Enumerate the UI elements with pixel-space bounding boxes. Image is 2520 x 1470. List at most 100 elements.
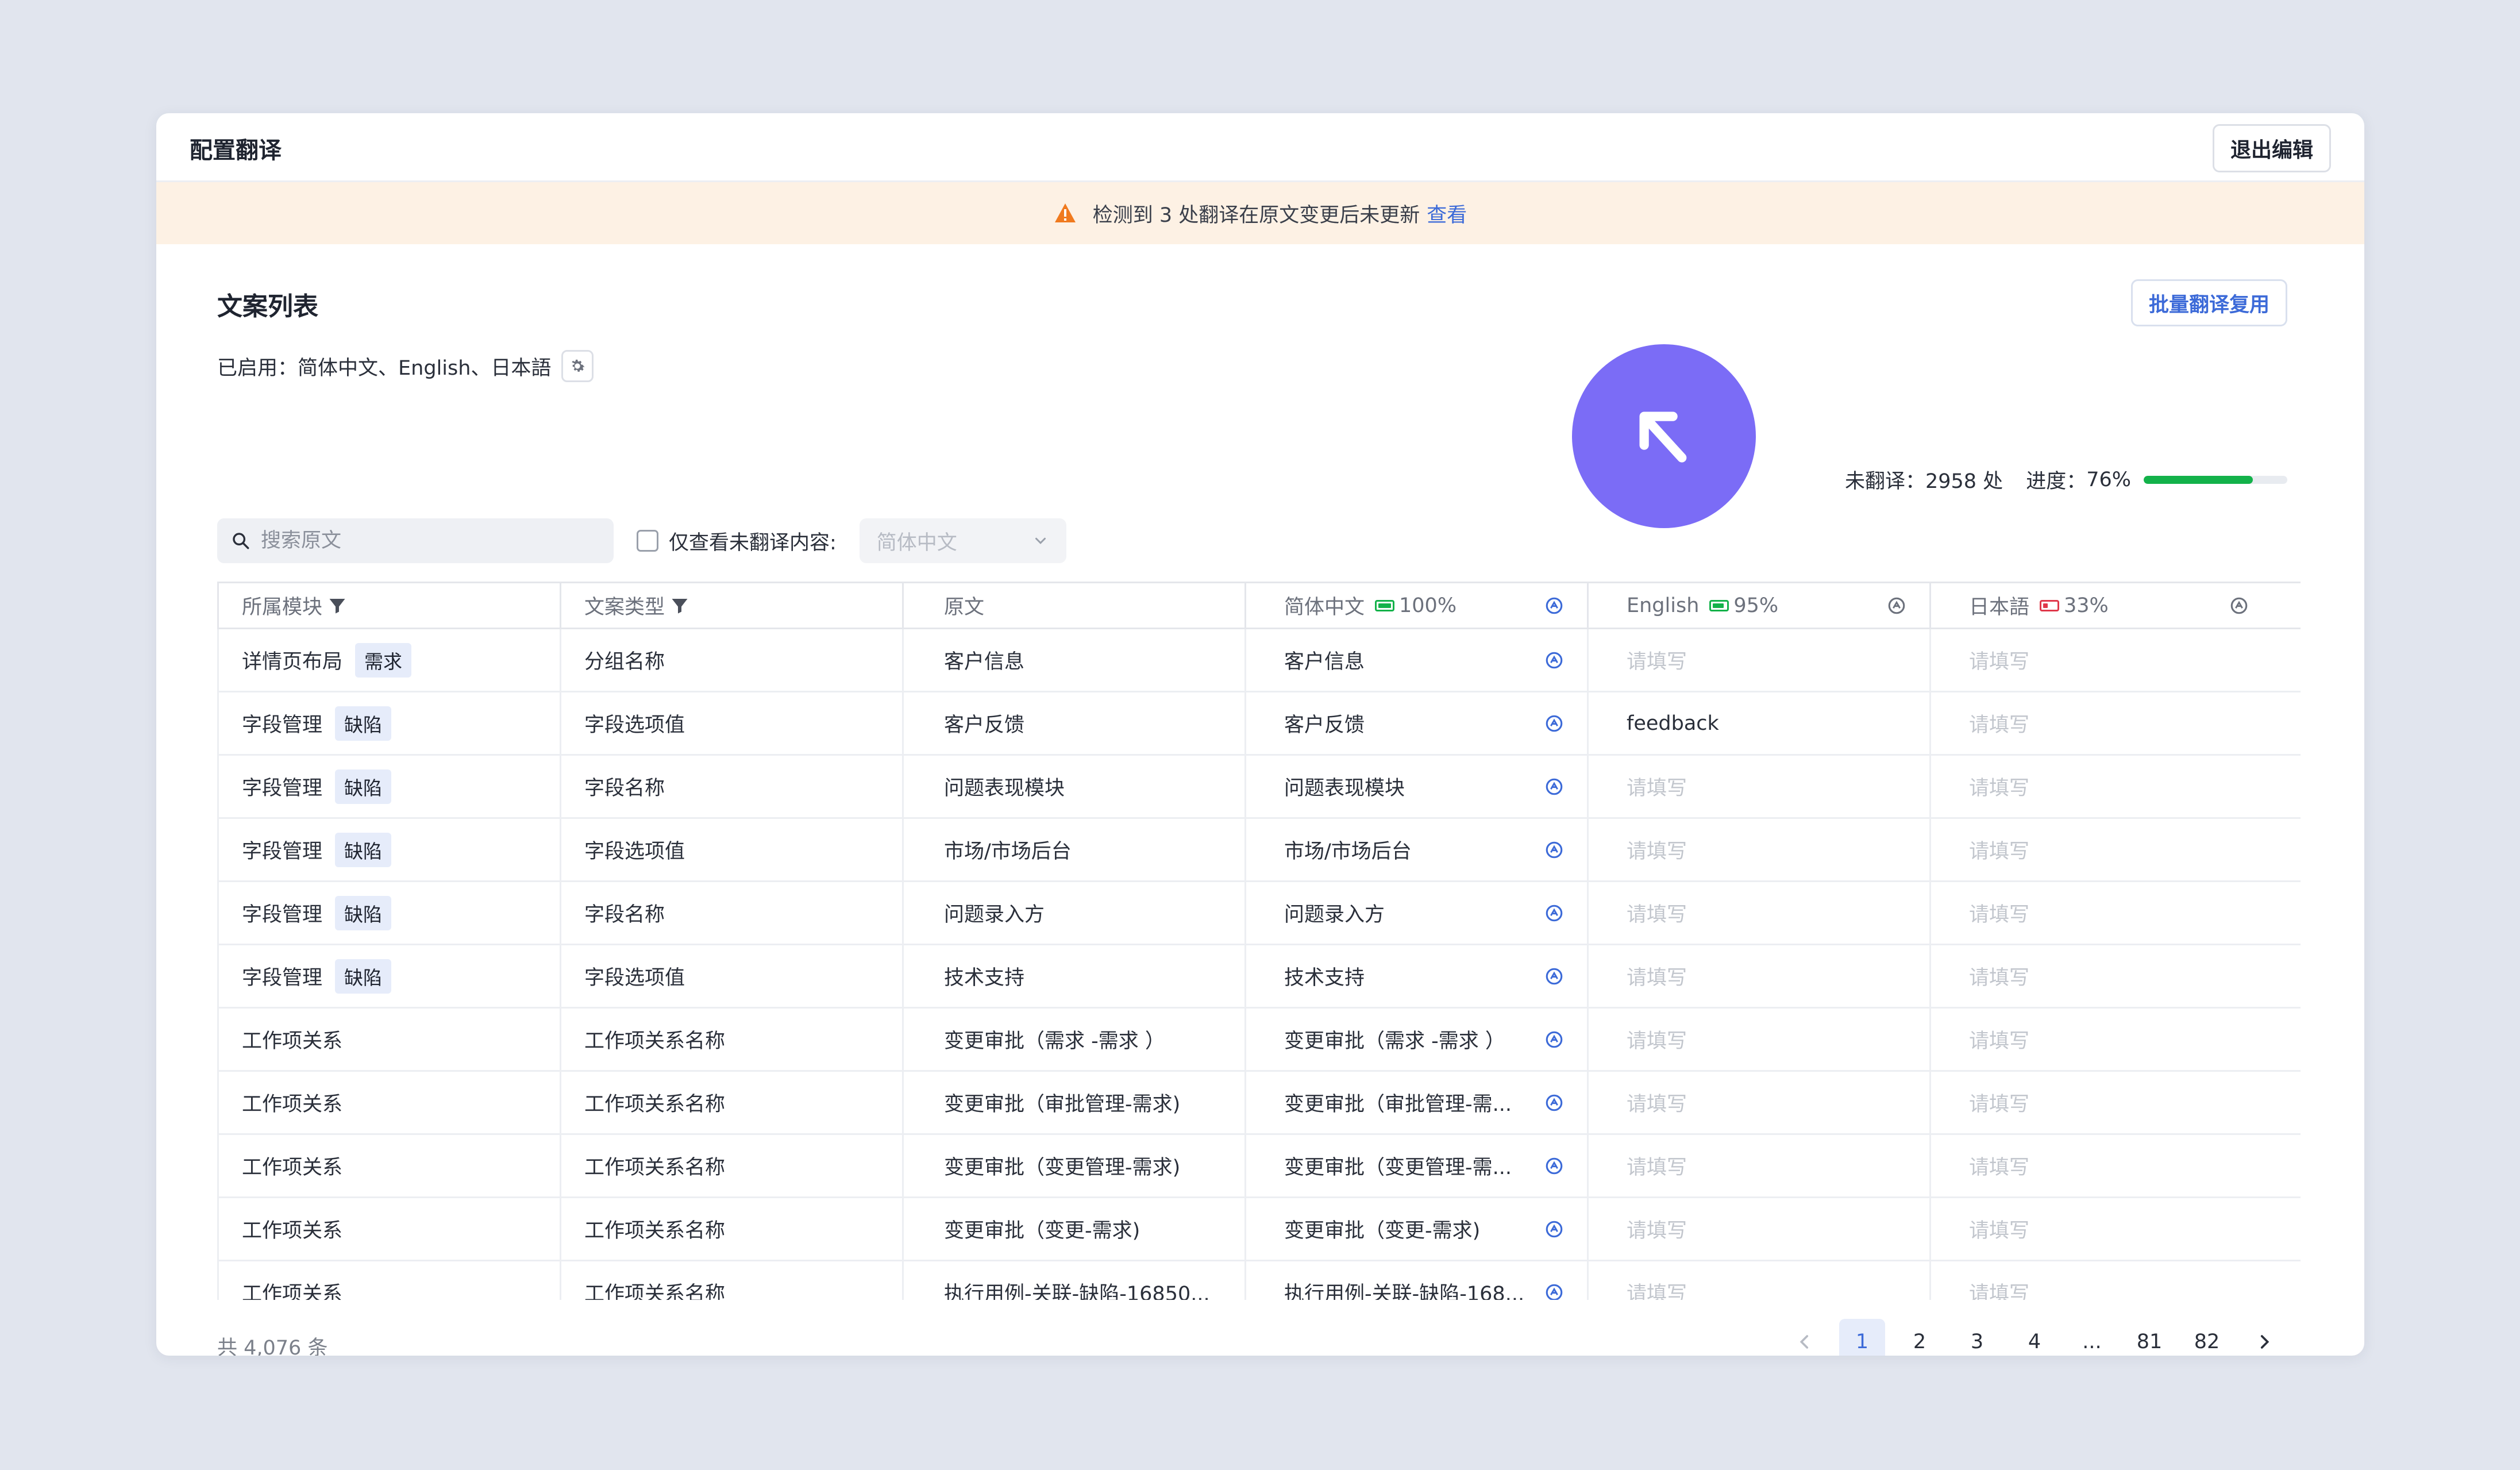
cell-en[interactable]: 请填写 (1587, 1197, 1931, 1261)
auto-translate-icon[interactable] (1544, 651, 1564, 670)
cell-ja[interactable]: 请填写 (1930, 1007, 2301, 1072)
copy-table: 所属模块 文案类型 原文 简体中文 100% English 95% 日本語 3… (217, 582, 2301, 1300)
cell-zh[interactable]: 客户反馈 (1245, 691, 1589, 756)
cell-type: 字段选项值 (560, 691, 904, 756)
cell-zh[interactable]: 执行用例-关联-缺陷-168... (1245, 1260, 1589, 1300)
filter-icon[interactable] (669, 595, 690, 616)
auto-translate-icon[interactable] (1544, 967, 1564, 986)
auto-translate-icon[interactable] (1544, 777, 1564, 796)
cell-ja[interactable]: 请填写 (1930, 755, 2301, 819)
column-ja: 日本語 33% (1930, 582, 2301, 629)
auto-translate-icon[interactable] (1544, 1219, 1564, 1239)
cell-ja[interactable]: 请填写 (1930, 1134, 2301, 1198)
cell-en[interactable]: 请填写 (1587, 944, 1931, 1009)
column-zh: 简体中文 100% (1245, 582, 1589, 629)
table-row: 工作项关系 工作项关系名称 变更审批（审批管理-需求) 变更审批（审批管理-需... 请… (217, 1071, 2301, 1135)
auto-translate-icon[interactable] (1544, 714, 1564, 733)
page-button[interactable]: 2 (1897, 1319, 1943, 1356)
progress-bar (2144, 475, 2287, 484)
cell-source: 客户反馈 (903, 691, 1246, 756)
exit-edit-button[interactable]: 退出编辑 (2212, 124, 2331, 172)
cell-type: 字段名称 (560, 881, 904, 945)
cell-ja[interactable]: 请填写 (1930, 818, 2301, 882)
auto-translate-icon[interactable] (1544, 903, 1564, 923)
cell-zh[interactable]: 市场/市场后台 (1245, 818, 1589, 882)
cell-en[interactable]: 请填写 (1587, 818, 1931, 882)
cell-ja[interactable]: 请填写 (1930, 691, 2301, 756)
cell-en[interactable]: 请填写 (1587, 628, 1931, 692)
enabled-label: 已启用： (217, 356, 298, 380)
page-button[interactable]: 82 (2184, 1319, 2230, 1356)
table-row: 工作项关系 工作项关系名称 变更审批（变更-需求) 变更审批（变更-需求) 请填写 请填写 (217, 1197, 2301, 1261)
cell-ja[interactable]: 请填写 (1930, 1071, 2301, 1135)
cell-source: 变更审批（审批管理-需求) (903, 1071, 1246, 1135)
cell-module: 字段管理 缺陷 (217, 691, 561, 756)
chevron-down-icon (1035, 537, 1046, 544)
cell-en[interactable]: 请填写 (1587, 1071, 1931, 1135)
language-select-value: 简体中文 (876, 531, 957, 555)
progress-label: 进度： (2026, 470, 2087, 493)
filter-icon[interactable] (327, 595, 348, 616)
cell-ja[interactable]: 请填写 (1930, 628, 2301, 692)
only-untranslated-checkbox[interactable] (637, 530, 658, 552)
page-button[interactable]: 81 (2126, 1319, 2172, 1356)
auto-translate-icon[interactable] (1544, 1283, 1564, 1300)
cell-en[interactable]: 请填写 (1587, 1134, 1931, 1198)
language-settings-button[interactable] (561, 350, 594, 382)
arrow-up-left-icon (1639, 411, 1687, 463)
cell-type: 字段选项值 (560, 818, 904, 882)
cell-module: 字段管理 缺陷 (217, 755, 561, 819)
cell-source: 变更审批（变更管理-需求) (903, 1134, 1246, 1198)
cell-type: 分组名称 (560, 628, 904, 692)
cell-zh[interactable]: 变更审批（需求 -需求 ） (1245, 1007, 1589, 1072)
banner-view-link[interactable]: 查看 (1427, 199, 1467, 228)
language-select[interactable]: 简体中文 (859, 518, 1066, 563)
auto-translate-icon[interactable] (1544, 1093, 1564, 1113)
cell-en[interactable]: 请填写 (1587, 1260, 1931, 1300)
progress-bar-fill (2144, 475, 2253, 484)
auto-translate-icon[interactable] (1887, 596, 1906, 615)
auto-translate-icon[interactable] (1544, 596, 1564, 615)
cell-zh[interactable]: 问题录入方 (1245, 881, 1589, 945)
page-title: 配置翻译 (190, 137, 282, 164)
page-button[interactable]: 1 (1839, 1319, 1885, 1356)
cell-en[interactable]: 请填写 (1587, 755, 1931, 819)
cell-ja[interactable]: 请填写 (1930, 944, 2301, 1009)
cell-ja[interactable]: 请填写 (1930, 881, 2301, 945)
cell-zh[interactable]: 变更审批（变更-需求) (1245, 1197, 1589, 1261)
cell-type: 工作项关系名称 (560, 1197, 904, 1261)
cell-en[interactable]: 请填写 (1587, 881, 1931, 945)
cell-zh[interactable]: 变更审批（审批管理-需... (1245, 1071, 1589, 1135)
column-type: 文案类型 (560, 582, 904, 629)
table-row: 字段管理 缺陷 字段选项值 技术支持 技术支持 请填写 请填写 (217, 944, 2301, 1009)
cell-module: 工作项关系 (217, 1071, 561, 1135)
cell-zh[interactable]: 技术支持 (1245, 944, 1589, 1009)
cell-source: 变更审批（需求 -需求 ） (903, 1007, 1246, 1072)
auto-translate-icon[interactable] (1544, 840, 1564, 860)
page-ellipsis: ... (2082, 1330, 2102, 1353)
only-untranslated-toggle[interactable]: 仅查看未翻译内容: (637, 526, 837, 556)
cell-zh[interactable]: 问题表现模块 (1245, 755, 1589, 819)
auto-translate-icon[interactable] (1544, 1030, 1564, 1049)
page-button[interactable]: 3 (1954, 1319, 2000, 1356)
stale-translation-banner: 检测到 3 处翻译在原文变更后未更新 查看 (156, 182, 2364, 244)
auto-translate-icon[interactable] (2229, 596, 2249, 615)
untranslated-label: 未翻译： (1844, 470, 1925, 493)
prev-page-button[interactable] (1782, 1319, 1828, 1356)
card-header: 配置翻译 退出编辑 (156, 113, 2364, 182)
cell-zh[interactable]: 客户信息 (1245, 628, 1589, 692)
column-en: English 95% (1587, 582, 1931, 629)
type-badge: 需求 (355, 642, 412, 678)
cell-en[interactable]: feedback (1587, 691, 1931, 756)
next-page-button[interactable] (2241, 1319, 2287, 1356)
batch-reuse-button[interactable]: 批量翻译复用 (2130, 279, 2287, 326)
cell-ja[interactable]: 请填写 (1930, 1197, 2301, 1261)
filter-bar: 仅查看未翻译内容: 简体中文 (217, 518, 1066, 563)
page-button[interactable]: 4 (2012, 1319, 2057, 1356)
cell-ja[interactable]: 请填写 (1930, 1260, 2301, 1300)
search-input[interactable] (261, 529, 583, 552)
cell-en[interactable]: 请填写 (1587, 1007, 1931, 1072)
cell-zh[interactable]: 变更审批（变更管理-需... (1245, 1134, 1589, 1198)
auto-translate-icon[interactable] (1544, 1156, 1564, 1176)
search-icon (233, 533, 249, 549)
